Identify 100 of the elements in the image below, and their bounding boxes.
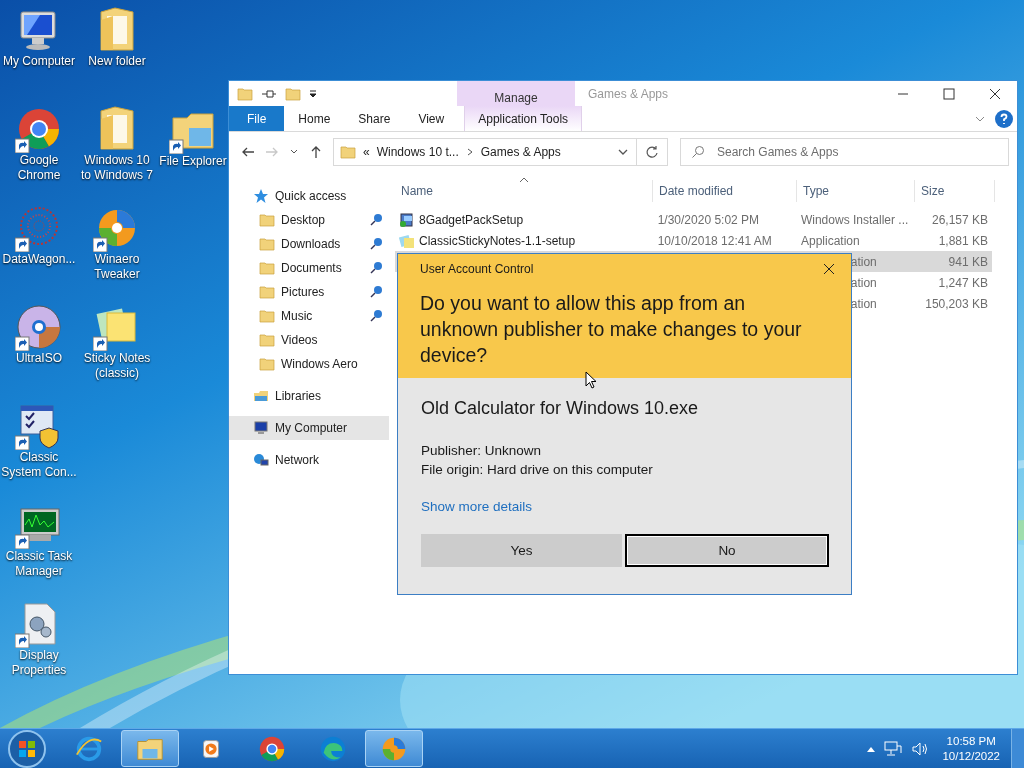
search-icon (691, 145, 705, 159)
desktop-icon-label[interactable]: Google Chrome (0, 153, 78, 183)
app-name: Old Calculator for Windows 10.exe (421, 398, 700, 419)
date-cell: 10/10/2018 12:41 AM (657, 233, 772, 248)
yes-button[interactable]: Yes (421, 534, 622, 567)
star-icon (253, 188, 269, 204)
dialog-title: User Account Control (420, 262, 534, 276)
nav-item[interactable]: Downloads (229, 232, 389, 256)
help-icon[interactable] (995, 109, 1013, 128)
refresh-icon (645, 145, 659, 159)
close-icon[interactable] (823, 263, 835, 275)
column-header[interactable]: Size (915, 180, 995, 202)
taskbar-button[interactable] (365, 730, 423, 767)
nav-item[interactable]: Music (229, 304, 389, 328)
close-icon[interactable] (989, 87, 1001, 100)
publisher-text: Publisher: Unknown (421, 442, 543, 460)
nav-label: Libraries (275, 389, 322, 403)
type-cell: ation (850, 296, 877, 311)
desktop-icon-label[interactable]: Sticky Notes (classic) (78, 351, 156, 381)
no-button[interactable]: No (625, 534, 829, 567)
chevron-right-icon[interactable] (465, 148, 474, 156)
folder-icon (259, 212, 275, 228)
column-header[interactable]: Type (797, 180, 915, 202)
desktop-icon-label[interactable]: New folder (88, 54, 146, 69)
nav-item[interactable]: Quick access (229, 184, 389, 208)
folder-icon (259, 332, 275, 348)
nav-item[interactable]: Pictures (229, 280, 389, 304)
ribbon-tab[interactable]: View (404, 106, 459, 131)
desktop-icon-label[interactable]: My Computer (3, 54, 75, 69)
file-row[interactable]: 8GadgetPackSetup 1/30/2020 5:02 PM Windows Installer ... 26,157 KB (395, 209, 992, 230)
dropdown-icon[interactable] (309, 89, 317, 98)
details-link[interactable]: Show more details (421, 499, 533, 514)
back-arrow-icon[interactable] (241, 145, 255, 159)
ribbon-tab[interactable]: Share (344, 106, 405, 131)
desktop-icon-label[interactable]: UltraISO (16, 351, 62, 366)
desktop-icon-label[interactable]: Windows 10 to Windows 7 (78, 153, 156, 183)
nav-label: Network (275, 453, 319, 467)
folder-icon (340, 144, 356, 160)
folder-icon (285, 85, 301, 102)
size-cell: 150,203 KB (925, 296, 988, 311)
nav-item[interactable]: Desktop (229, 208, 389, 232)
column-header[interactable]: Name (395, 180, 653, 202)
folder-icon (259, 284, 275, 300)
type-cell: ation (850, 275, 877, 290)
nav-item[interactable]: Network (229, 448, 389, 472)
nav-label: Downloads (281, 237, 342, 251)
clock-date[interactable]: 10/12/2022 (942, 748, 1000, 764)
nav-item[interactable]: Videos (229, 328, 389, 352)
folder-icon (259, 308, 275, 324)
start-orb-icon[interactable] (7, 728, 47, 768)
folder-icon (259, 260, 275, 276)
breadcrumb[interactable]: Games & Apps (480, 145, 561, 159)
folder-icon (259, 236, 275, 252)
maximize-icon[interactable] (943, 87, 955, 100)
desktop-icon-label[interactable]: File Explorer (159, 154, 227, 169)
folder-icon (259, 356, 275, 372)
desktop-icon-label[interactable]: DataWagon... (2, 252, 76, 267)
refresh-button[interactable] (636, 138, 668, 166)
ribbon-tab[interactable]: Home (284, 106, 345, 131)
size-cell: 941 KB (948, 254, 988, 269)
nav-item[interactable]: Libraries (229, 384, 389, 408)
up-arrow-icon[interactable] (309, 145, 323, 159)
sticky-notes-icon (399, 232, 415, 249)
nav-label: My Computer (275, 421, 348, 435)
desktop-icon-label[interactable]: Winaero Tweaker (78, 252, 156, 282)
size-cell: 26,157 KB (931, 212, 988, 227)
file-name: 8GadgetPackSetup (419, 212, 524, 227)
breadcrumb[interactable]: Windows 10 t... (376, 145, 459, 159)
folder-icon (237, 85, 253, 102)
dialog-question: Do you want to allow this app from an unknown publisher to make changes to your device? (420, 291, 803, 368)
globe-computer-icon (253, 452, 269, 468)
network-icon[interactable] (884, 740, 903, 757)
file-menu-tab[interactable]: File (229, 106, 285, 131)
nav-item[interactable]: Windows Aero (229, 352, 389, 376)
size-cell: 1,247 KB (938, 275, 988, 290)
nav-label: Quick access (275, 189, 347, 203)
address-bar[interactable]: « Windows 10 t... Games & Apps (333, 138, 637, 166)
volume-icon[interactable] (911, 740, 930, 757)
search-box[interactable]: Search Games & Apps (680, 138, 1009, 166)
column-header[interactable]: Date modified (653, 180, 797, 202)
nav-item[interactable]: My Computer (229, 416, 389, 440)
nav-item[interactable]: Documents (229, 256, 389, 280)
library-icon (253, 388, 269, 404)
file-name: ClassicStickyNotes-1.1-setup (419, 233, 576, 248)
nav-label: Pictures (281, 285, 326, 299)
clock-time[interactable]: 10:58 PM (946, 733, 996, 749)
installer-icon (399, 211, 415, 228)
origin-text: File origin: Hard drive on this computer (421, 461, 654, 479)
nav-label: Videos (281, 333, 319, 347)
chevron-down-icon[interactable] (618, 147, 628, 157)
computer-icon (253, 420, 269, 436)
ribbon-tab[interactable]: Application Tools (464, 106, 583, 131)
desktop-icon-label[interactable]: Classic System Con... (0, 450, 78, 480)
date-cell: 1/30/2020 5:02 PM (657, 212, 760, 227)
nav-label: Desktop (281, 213, 327, 227)
overflow-chevrons[interactable]: « (363, 145, 370, 159)
show-hidden-icons-icon[interactable] (867, 745, 876, 752)
mouse-pointer-icon (585, 371, 597, 389)
file-row[interactable]: ClassicStickyNotes-1.1-setup 10/10/2018 12:41 AM Application 1,881 KB (395, 230, 992, 251)
context-tab-header: Manage (457, 81, 575, 106)
